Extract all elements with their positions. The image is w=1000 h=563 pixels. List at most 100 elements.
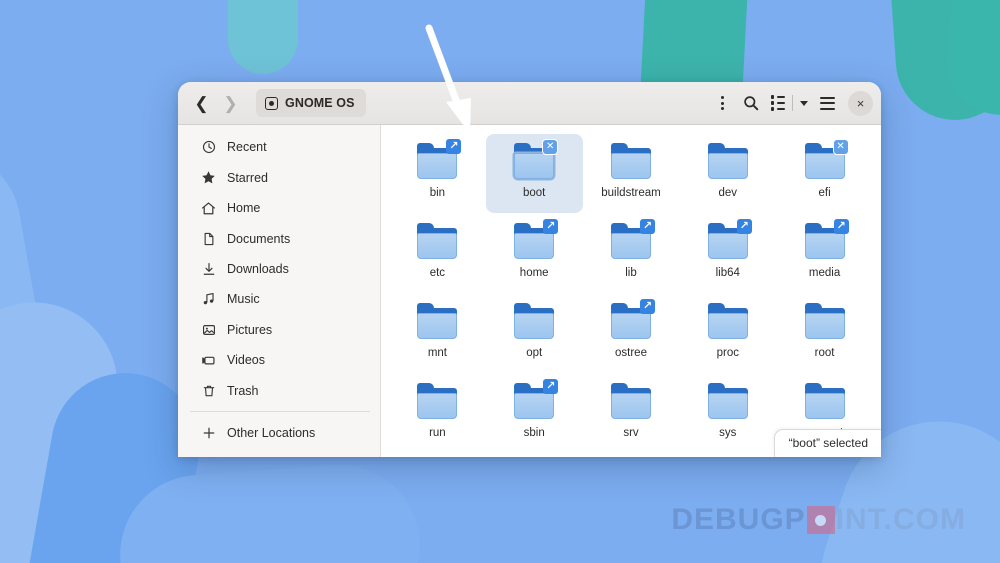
folder-icon: ↗ xyxy=(511,221,557,262)
sidebar-label: Other Locations xyxy=(227,426,315,440)
file-label: root xyxy=(815,347,835,359)
watermark: DEBUGP INT.COM xyxy=(671,503,966,537)
file-item[interactable]: etc xyxy=(389,214,486,293)
file-label: buildstream xyxy=(601,187,660,199)
file-label: lib xyxy=(625,267,637,279)
main-menu-button[interactable] xyxy=(814,90,841,117)
file-label: proc xyxy=(717,347,739,359)
file-item[interactable]: ✕ boot xyxy=(486,134,583,213)
file-label: run xyxy=(429,427,446,439)
unmount-badge-icon: ✕ xyxy=(542,139,558,155)
sidebar-item-music[interactable]: Music xyxy=(184,284,374,314)
folder-icon xyxy=(511,301,557,342)
sidebar-label: Downloads xyxy=(227,262,289,276)
folder-icon xyxy=(414,381,460,422)
file-label: sbin xyxy=(524,427,545,439)
file-item[interactable]: run xyxy=(389,374,486,453)
chevron-down-icon[interactable] xyxy=(800,101,808,106)
trash-icon xyxy=(201,383,216,398)
watermark-text-a: DEBUGP xyxy=(671,503,805,537)
desktop-background: ❮ ❯ GNOME OS xyxy=(0,0,1000,563)
folder-icon xyxy=(608,381,654,422)
file-label: bin xyxy=(430,187,445,199)
file-label: sys xyxy=(719,427,736,439)
clock-icon xyxy=(201,140,216,155)
file-label: etc xyxy=(430,267,445,279)
file-item[interactable]: mnt xyxy=(389,294,486,373)
file-item[interactable]: sys xyxy=(679,374,776,453)
file-item[interactable] xyxy=(389,454,486,457)
file-grid-area[interactable]: ↗bin✕bootbuildstreamdev✕efietc↗home↗lib↗… xyxy=(381,125,881,457)
back-button[interactable]: ❮ xyxy=(188,90,215,117)
folder-icon xyxy=(802,381,848,422)
watermark-o-badge xyxy=(807,506,835,534)
folder-glyph xyxy=(611,383,651,419)
file-label: srv xyxy=(623,427,638,439)
sidebar-footer: Other Locations xyxy=(178,406,380,457)
sidebar-item-starred[interactable]: Starred xyxy=(184,162,374,192)
folder-icon xyxy=(705,381,751,422)
folder-icon xyxy=(414,221,460,262)
drive-icon xyxy=(265,97,278,110)
window-headerbar: ❮ ❯ GNOME OS xyxy=(178,82,881,125)
file-label: opt xyxy=(526,347,542,359)
file-item[interactable]: ✕efi xyxy=(776,134,873,213)
view-mode-button[interactable] xyxy=(767,90,813,117)
symlink-badge-icon: ↗ xyxy=(446,139,461,154)
search-button[interactable] xyxy=(738,90,765,117)
folder-glyph xyxy=(708,383,748,419)
star-icon xyxy=(201,170,216,185)
unmount-badge-icon: ✕ xyxy=(833,139,849,155)
close-button[interactable]: × xyxy=(848,91,873,116)
file-grid: ↗bin✕bootbuildstreamdev✕efietc↗home↗lib↗… xyxy=(389,134,873,457)
symlink-badge-icon: ↗ xyxy=(543,379,558,394)
sidebar-label: Videos xyxy=(227,353,265,367)
file-item[interactable]: ↗home xyxy=(486,214,583,293)
file-item[interactable]: buildstream xyxy=(583,134,680,213)
sidebar-item-trash[interactable]: Trash xyxy=(184,376,374,406)
file-item[interactable]: root xyxy=(776,294,873,373)
file-item[interactable]: dev xyxy=(679,134,776,213)
file-item[interactable]: srv xyxy=(583,374,680,453)
forward-button[interactable]: ❯ xyxy=(217,90,244,117)
sidebar-item-other-locations[interactable]: Other Locations xyxy=(184,417,374,449)
file-item[interactable]: proc xyxy=(679,294,776,373)
folder-icon: ✕ xyxy=(802,141,848,182)
list-view-icon xyxy=(771,95,786,111)
sidebar-item-downloads[interactable]: Downloads xyxy=(184,254,374,284)
sidebar-divider xyxy=(190,411,370,412)
wallpaper-shape-teal xyxy=(228,0,298,74)
folder-icon xyxy=(705,301,751,342)
status-text: “boot” selected xyxy=(789,436,868,450)
folder-icon xyxy=(705,141,751,182)
breadcrumb-label: GNOME OS xyxy=(285,96,355,110)
sidebar-item-recent[interactable]: Recent xyxy=(184,132,374,162)
sidebar-label: Documents xyxy=(227,232,290,246)
sidebar-item-pictures[interactable]: Pictures xyxy=(184,315,374,345)
folder-glyph xyxy=(417,303,457,339)
symlink-badge-icon: ↗ xyxy=(834,219,849,234)
file-item[interactable]: ↗media xyxy=(776,214,873,293)
file-label: boot xyxy=(523,187,545,199)
file-item[interactable] xyxy=(583,454,680,457)
breadcrumb-gnome-os[interactable]: GNOME OS xyxy=(256,89,366,117)
file-item[interactable]: opt xyxy=(486,294,583,373)
file-item[interactable]: ↗ bin xyxy=(389,134,486,213)
file-item[interactable]: ↗ sbin xyxy=(486,374,583,453)
sidebar-item-documents[interactable]: Documents xyxy=(184,223,374,253)
overflow-menu-button[interactable] xyxy=(709,90,736,117)
sidebar-item-home[interactable]: Home xyxy=(184,193,374,223)
sidebar-label: Trash xyxy=(227,384,259,398)
file-manager-window: ❮ ❯ GNOME OS xyxy=(178,82,881,457)
home-icon xyxy=(201,201,216,216)
folder-icon: ↗ xyxy=(608,221,654,262)
file-item[interactable] xyxy=(486,454,583,457)
file-item[interactable]: ↗ostree xyxy=(583,294,680,373)
sidebar-item-videos[interactable]: Videos xyxy=(184,345,374,375)
file-item[interactable]: ↗ lib xyxy=(583,214,680,293)
file-item[interactable] xyxy=(679,454,776,457)
file-item[interactable]: ↗lib64 xyxy=(679,214,776,293)
folder-icon xyxy=(414,301,460,342)
symlink-badge-icon: ↗ xyxy=(737,219,752,234)
symlink-badge-icon: ↗ xyxy=(543,219,558,234)
